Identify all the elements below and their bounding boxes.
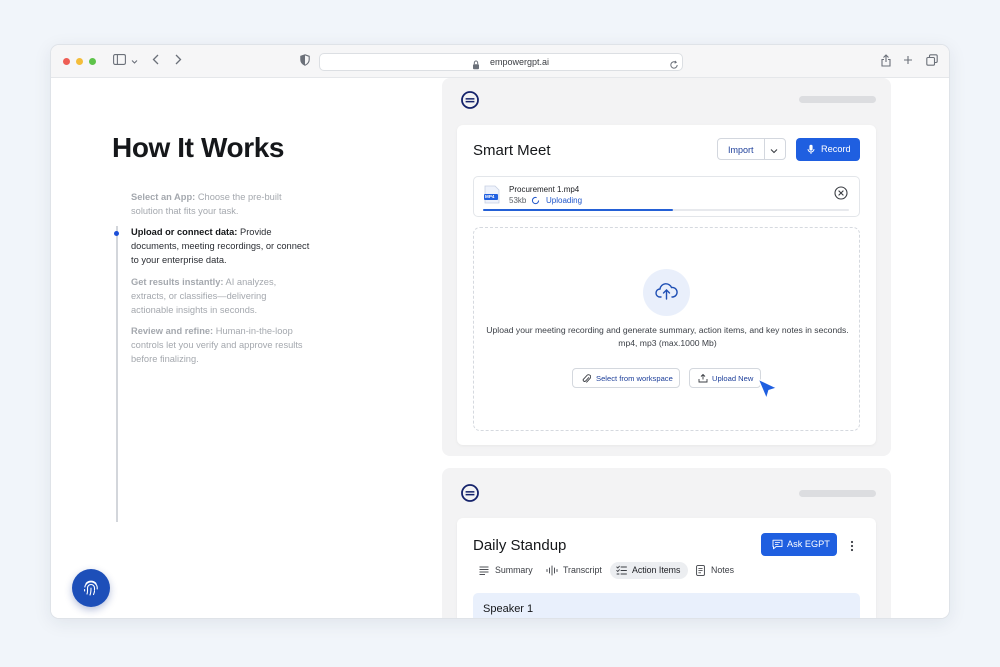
reload-icon[interactable]	[669, 57, 679, 75]
dropzone-formats: mp4, mp3 (max.1000 Mb)	[618, 338, 717, 348]
upload-progress-bar	[483, 209, 849, 211]
close-icon[interactable]	[834, 186, 848, 200]
card-title: Smart Meet	[473, 142, 551, 159]
shield-icon[interactable]	[300, 54, 310, 68]
spinner-icon	[531, 196, 540, 205]
mouse-pointer-icon	[757, 378, 778, 400]
upload-dropzone[interactable]: Upload your meeting recording and genera…	[473, 227, 860, 431]
file-type-badge: MP4	[485, 194, 495, 199]
steps-timeline	[116, 226, 118, 522]
upload-progress-fill	[483, 209, 674, 211]
waveform-icon	[546, 565, 558, 576]
speaker-section: Speaker 1	[473, 593, 860, 618]
tab-action-items[interactable]: Action Items	[610, 562, 688, 579]
fingerprint-button[interactable]	[72, 569, 110, 607]
sidebar-toggle-icon[interactable]	[113, 54, 126, 68]
paperclip-icon	[582, 374, 591, 383]
upload-new-button[interactable]: Upload New	[689, 368, 761, 388]
tab-overview-icon[interactable]	[926, 54, 938, 68]
cloud-upload-icon	[655, 283, 678, 300]
upload-cloud-badge	[643, 269, 690, 316]
upload-file-row: MP4 Procurement 1.mp4 53kb Uploading	[473, 176, 860, 217]
tab-transcript[interactable]: Transcript	[545, 562, 607, 579]
step-upload-data[interactable]: Upload or connect data: Provide document…	[131, 225, 311, 267]
empowergpt-logo-icon	[461, 91, 479, 109]
lines-icon	[479, 566, 489, 575]
share-icon[interactable]	[881, 54, 891, 68]
import-button[interactable]: Import	[728, 145, 754, 155]
tab-notes[interactable]: Notes	[695, 562, 745, 579]
daily-standup-card: Daily Standup Ask EGPT Summary Transcrip…	[457, 518, 876, 618]
tab-summary[interactable]: Summary	[478, 562, 540, 579]
chevron-down-icon[interactable]	[131, 54, 138, 68]
card-title: Daily Standup	[473, 537, 567, 554]
lock-icon	[472, 57, 480, 75]
select-from-workspace-button[interactable]: Select from workspace	[572, 368, 680, 388]
step-select-app[interactable]: Select an App: Choose the pre-built solu…	[131, 190, 311, 218]
step-review-refine[interactable]: Review and refine: Human-in-the-loop con…	[131, 324, 311, 366]
browser-window: empowergpt.ai How It Works Select an App…	[50, 44, 950, 619]
placeholder-bar	[799, 490, 876, 497]
minimize-window-button[interactable]	[76, 58, 83, 65]
page-content: How It Works Select an App: Choose the p…	[51, 78, 949, 618]
chevron-down-icon[interactable]	[770, 146, 778, 156]
file-size: 53kb	[509, 196, 527, 205]
split-divider	[764, 139, 765, 159]
dropzone-description: Upload your meeting recording and genera…	[486, 325, 849, 335]
empowergpt-logo-icon	[461, 484, 479, 502]
new-tab-icon[interactable]	[903, 54, 913, 68]
file-name: Procurement 1.mp4	[509, 185, 580, 194]
upload-icon	[698, 373, 708, 383]
fingerprint-icon	[84, 580, 98, 596]
maximize-window-button[interactable]	[89, 58, 96, 65]
back-arrow-icon[interactable]	[152, 54, 160, 68]
upload-status: Uploading	[531, 196, 582, 205]
smart-meet-panel: Smart Meet Import Record MP4 Procurement…	[442, 78, 891, 456]
placeholder-bar	[799, 96, 876, 103]
checklist-icon	[616, 565, 627, 575]
smart-meet-card: Smart Meet Import Record MP4 Procurement…	[457, 125, 876, 445]
step-get-results[interactable]: Get results instantly: AI analyzes, extr…	[131, 275, 311, 317]
forward-arrow-icon[interactable]	[174, 54, 182, 68]
page-title: How It Works	[112, 132, 285, 163]
daily-standup-panel: Daily Standup Ask EGPT Summary Transcrip…	[442, 468, 891, 618]
speaker-label: Speaker 1	[483, 603, 534, 615]
more-options-icon[interactable]	[850, 539, 854, 557]
note-icon	[696, 565, 705, 576]
browser-toolbar: empowergpt.ai	[51, 45, 949, 78]
record-button[interactable]: Record	[796, 138, 860, 161]
active-step-indicator	[114, 231, 119, 236]
chat-icon	[772, 539, 783, 550]
address-bar[interactable]: empowergpt.ai	[319, 53, 683, 71]
ask-egpt-button[interactable]: Ask EGPT	[761, 533, 837, 556]
microphone-icon	[807, 144, 815, 154]
import-button-group: Import	[717, 138, 786, 160]
close-window-button[interactable]	[63, 58, 70, 65]
url-text: empowergpt.ai	[490, 57, 550, 67]
